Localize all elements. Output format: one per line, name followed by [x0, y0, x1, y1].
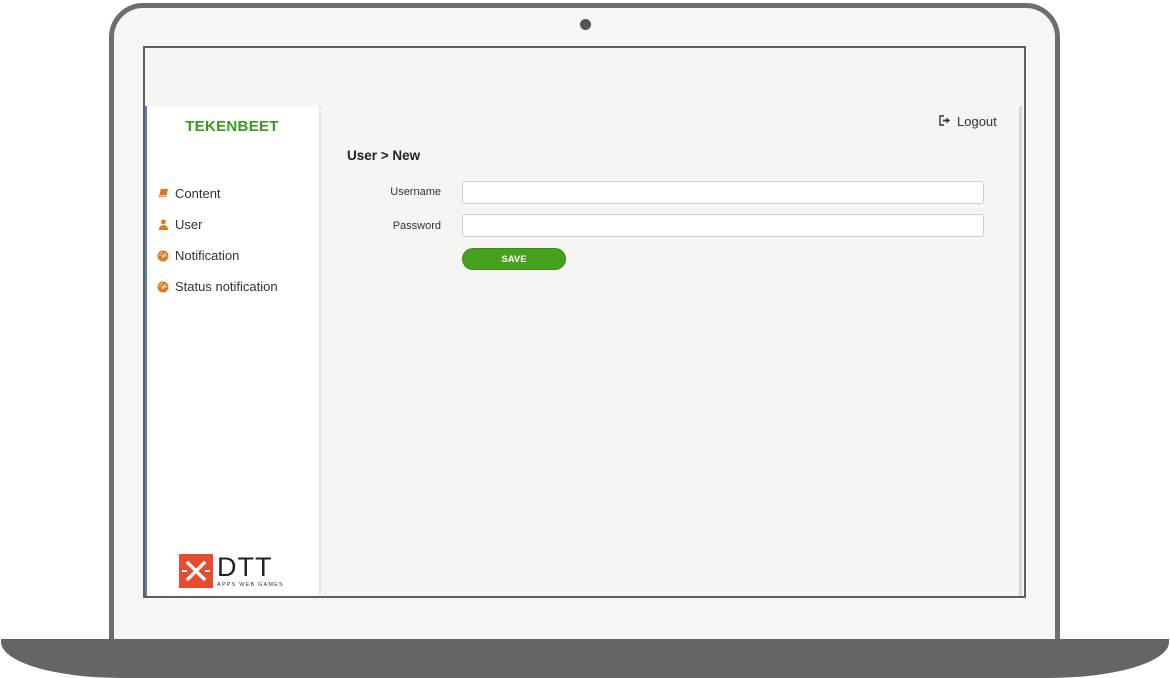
sidebar: TEKENBEET Content User Notification Stat…: [145, 106, 321, 596]
sidebar-item-status-notification[interactable]: Status notification: [157, 271, 278, 302]
logout-label: Logout: [957, 114, 997, 129]
dtt-logo-text: DTT APPS WEB GAMES: [217, 552, 284, 589]
scrollbar[interactable]: [1019, 106, 1022, 596]
sidebar-item-label: User: [175, 217, 203, 232]
password-label: Password: [392, 220, 441, 232]
camera-icon: [580, 19, 591, 30]
dtt-logo-tagline: APPS WEB GAMES: [217, 582, 284, 588]
gauge-icon: [157, 250, 169, 262]
save-button[interactable]: SAVE: [462, 248, 566, 270]
sidebar-nav: Content User Notification Status notific…: [157, 178, 278, 302]
sidebar-item-user[interactable]: User: [157, 209, 278, 240]
sidebar-item-content[interactable]: Content: [157, 178, 278, 209]
password-field[interactable]: [462, 214, 984, 237]
dtt-logo: DTT APPS WEB GAMES: [179, 554, 284, 588]
sign-out-icon: [939, 114, 951, 129]
username-field[interactable]: [462, 181, 984, 204]
book-icon: [157, 188, 169, 200]
sidebar-item-label: Notification: [175, 248, 240, 263]
user-icon: [157, 219, 169, 231]
sidebar-item-notification[interactable]: Notification: [157, 240, 278, 271]
sidebar-item-label: Status notification: [175, 279, 278, 294]
brand-title: TEKENBEET: [185, 118, 279, 135]
gauge-icon: [157, 281, 169, 293]
laptop-base: [1, 639, 1169, 678]
screen: TEKENBEET Content User Notification Stat…: [143, 46, 1026, 598]
sidebar-item-label: Content: [175, 186, 221, 201]
logout-link[interactable]: Logout: [939, 114, 997, 129]
screen-top-bar: [145, 48, 1024, 106]
dtt-logo-mark-icon: [179, 554, 213, 588]
page-title: User > New: [347, 148, 421, 163]
sidebar-accent-line: [145, 106, 147, 596]
username-label: Username: [390, 186, 441, 198]
dtt-logo-main: DTT: [217, 552, 273, 582]
